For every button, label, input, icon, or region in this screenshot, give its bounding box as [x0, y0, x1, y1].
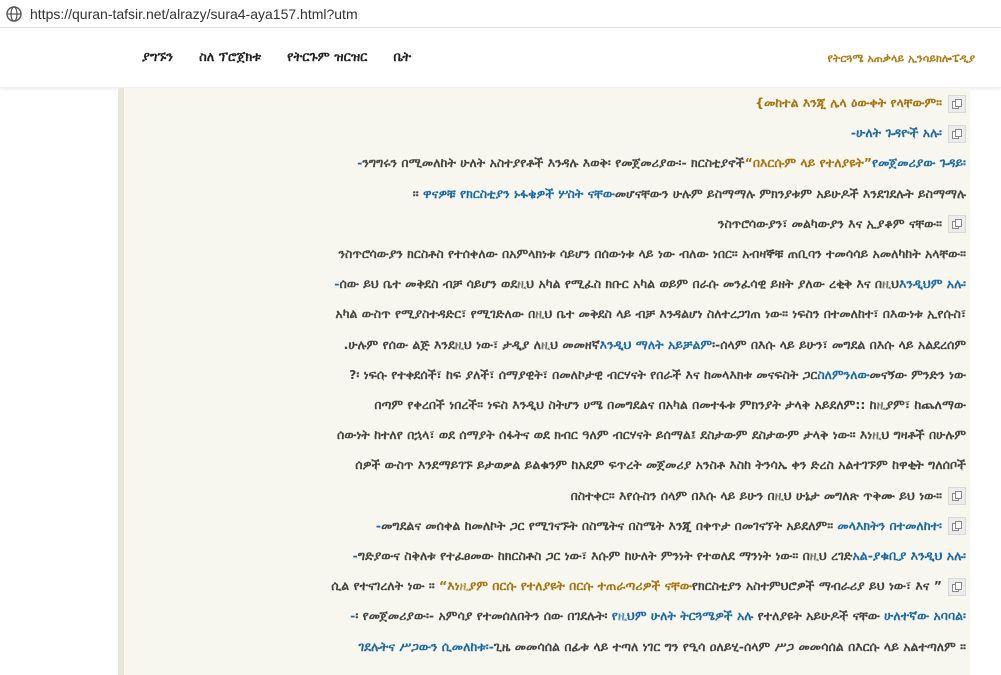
text-line: ገደሉትና ሥጋውን ሲመለከቱ፡-ጊዜ መመሳሰል በፊቱ ላይ ተጣለ ነገ… — [358, 638, 966, 654]
text-line: ግድያውና ስቅለቱ የተፈፀመው ከክርስቶስ ጋር ነው፣ እሱም ከሁለት… — [352, 548, 966, 564]
text-line: ሰዎች ውስጥ እንደማይገኙ ይታወቃል ይልቁንም ከአደም ፍጥረት መጀ… — [355, 457, 966, 473]
copy-icon[interactable] — [948, 577, 966, 596]
text-line: መግደልና መሰቀል ከመለኮት ጋር የሚገናኙት በስሜትና በስሜት እን… — [128, 511, 966, 541]
paragraph-3: ንግግሩን በሚመለከት ሁለት አስተያየቶች እንዳሉ እወቅ፡ የመጀመሪ… — [128, 148, 966, 239]
paragraph-5: መግደልና መሰቀል ከመለኮት ጋር የሚገናኙት በስሜትና በስሜት እን… — [128, 511, 966, 541]
text-line: ፡ የመጀመሪያው፡- አምሳያ የተመሰለበትን ሰው በገደሉት፡ የዚህም… — [350, 608, 966, 624]
nav-links: ያግኙን ስለ ፕሮጀክቱ የትርጉም ዝርዝር ቤት — [142, 50, 411, 65]
url-text[interactable]: https://quran-tafsir.net/alrazy/sura4-ay… — [30, 6, 358, 22]
nav-link-contact[interactable]: ያግኙን — [142, 50, 173, 65]
copy-icon[interactable] — [948, 215, 966, 234]
paragraph-1: መከተል እንጂ ሌላ ዕውቀት የላቸውም።} — [128, 88, 966, 118]
address-bar[interactable]: https://quran-tafsir.net/alrazy/sura4-ay… — [0, 0, 1001, 28]
copy-icon[interactable] — [948, 94, 966, 113]
text-line: መከተል እንጂ ሌላ ዕውቀት የላቸውም።} — [128, 88, 966, 118]
nav-link-tafsir-list[interactable]: የትርጉም ዝርዝር — [287, 50, 367, 65]
site-brand[interactable]: የትርጓሜ አጠቃላይ ኢንሳይክሎፔዲያ — [828, 52, 975, 66]
text-line: ፡፡ ዋናዎቹ የክርስቲያን ኑፋቄዎች ሦስት ናቸውመሆናቸውን ሁሉም … — [412, 185, 966, 201]
text-line: ” ሲል የተናገረለት ነው ። “እነዚያም በርሱ የተለያዩት በርሱ … — [128, 571, 966, 601]
article-panel: መከተል እንጂ ሌላ ዕውቀት የላቸውም።} ሁለት ጉዳዮች አሉ፡- ን… — [118, 88, 970, 675]
paragraph-4: ንስጥሮሳውያን ክርስቶስ የተሰቀለው በአምላክነቱ ሳይሆን በሰውነቱ… — [128, 239, 966, 511]
text-line: ሁለት ጉዳዮች አሉ፡- — [128, 118, 966, 148]
globe-icon — [6, 5, 22, 22]
copy-icon[interactable] — [948, 124, 966, 143]
text-line: ፡ ነፍሱ የተቀደሰች፣ ከፍ ያለች፣ ሰማያዊት፣ በመለኮታዊ ብርሃና… — [349, 366, 966, 382]
copy-icon[interactable] — [948, 487, 966, 506]
text-line: ሰው ይህ ቤተ መቅደስ ብቻ ሳይሆን ወደዚህ አካል የሚፈስ ክቡር … — [334, 276, 966, 292]
text-line: በጣም የቀረበች ነበረች። ነፍስ እንዲህ ስትሆን ሀሜ በመግደልና … — [374, 397, 966, 413]
article-body: መከተል እንጂ ሌላ ዕውቀት የላቸውም።} ሁለት ጉዳዮች አሉ፡- ን… — [128, 88, 966, 662]
nav-link-home[interactable]: ቤት — [393, 50, 411, 65]
text-line: ንግግሩን በሚመለከት ሁለት አስተያየቶች እንዳሉ እወቅ፡ የመጀመሪ… — [357, 155, 966, 171]
paragraph-6: ግድያውና ስቅለቱ የተፈፀመው ከክርስቶስ ጋር ነው፣ እሱም ከሁለት… — [128, 541, 966, 601]
text-line: ንስጥሮሳውያን፣ መልካውያን እና ኢያቆም ናቸው። — [128, 209, 966, 239]
text-line: ሰውነት ከተለየ በኋላ፣ ወደ ሰማያት ሰፋትና ወደ ክብር ዓለም ብ… — [337, 427, 966, 443]
nav-link-about[interactable]: ስለ ፕሮጀክቱ — [199, 50, 261, 65]
site-navbar: ያግኙን ስለ ፕሮጀክቱ የትርጉም ዝርዝር ቤት የትርጓሜ አጠቃላይ … — [0, 28, 1001, 88]
paragraph-2: ሁለት ጉዳዮች አሉ፡- — [128, 118, 966, 148]
text-line: አካል ውስጥ የሚያስተዳድር፣ የሚገድለው በዚህ ቤተ መቅደስ ላይ … — [335, 306, 966, 322]
text-line: ሁሉም የሰው ልጅ እንደዚህ ነው፣ ታዲያ ለዚህ መመዘኛእንዲህ ማለ… — [343, 336, 966, 352]
text-line: በስተቀር። እየሱስን ሰላም በእሱ ላይ ይሁን በዚህ ሁኔታ መግለጽ… — [128, 481, 966, 511]
copy-icon[interactable] — [948, 517, 966, 536]
paragraph-7: ፡ የመጀመሪያው፡- አምሳያ የተመሰለበትን ሰው በገደሉት፡ የዚህም… — [128, 601, 966, 661]
text-line: ንስጥሮሳውያን ክርስቶስ የተሰቀለው በአምላክነቱ ሳይሆን በሰውነቱ… — [338, 246, 967, 262]
